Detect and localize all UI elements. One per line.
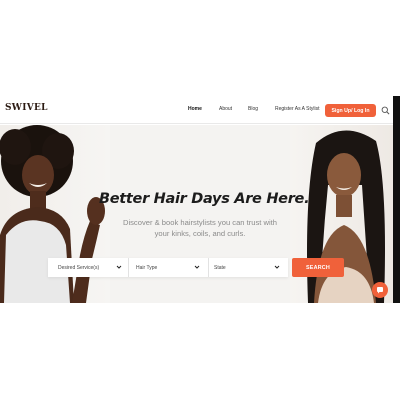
hero-subheadline: Discover & book hairstylists you can tru… — [100, 217, 300, 239]
hair-type-select[interactable]: Hair Type — [136, 258, 206, 277]
field-divider — [128, 258, 129, 277]
chat-button[interactable] — [372, 282, 388, 298]
hero-headline: Better Hair Days Are Here. — [99, 191, 310, 207]
chevron-down-icon — [194, 265, 200, 269]
nav-link-blog[interactable]: Blog — [248, 106, 258, 112]
search-icon[interactable] — [381, 106, 390, 115]
chevron-down-icon — [116, 265, 122, 269]
signup-login-button[interactable]: Sign Up/ Log In — [325, 104, 376, 117]
page: SWIVEL Home About Blog Register As A Sty… — [0, 0, 400, 400]
state-select[interactable]: State — [214, 258, 284, 277]
hero-subheadline-line2: your kinks, coils, and curls. — [154, 229, 246, 238]
hair-type-select-label: Hair Type — [136, 264, 158, 271]
service-select-label: Desired Service(s) — [58, 264, 100, 271]
window-edge — [393, 96, 400, 303]
nav-link-about[interactable]: About — [219, 106, 232, 112]
field-divider — [208, 258, 209, 277]
search-bar: Desired Service(s) Hair Type State — [48, 258, 288, 277]
search-button[interactable]: SEARCH — [292, 258, 344, 277]
chevron-down-icon — [274, 265, 280, 269]
chat-icon — [377, 287, 383, 294]
nav-link-register-stylist[interactable]: Register As A Stylist — [275, 106, 319, 112]
nav-link-home[interactable]: Home — [188, 106, 202, 112]
state-select-label: State — [214, 264, 226, 271]
brand-logo[interactable]: SWIVEL — [5, 103, 48, 113]
service-select[interactable]: Desired Service(s) — [58, 258, 128, 277]
hero-subheadline-line1: Discover & book hairstylists you can tru… — [122, 218, 278, 227]
